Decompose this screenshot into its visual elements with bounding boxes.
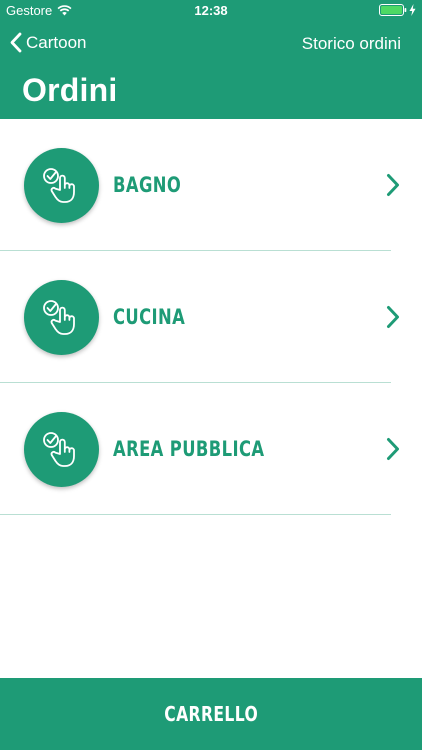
charging-bolt-icon	[409, 4, 416, 16]
battery-indicator	[379, 4, 416, 16]
cart-button[interactable]: CARRELLO	[0, 678, 422, 750]
order-history-button[interactable]: Storico ordini	[302, 34, 401, 54]
list-item-bagno[interactable]: BAGNO	[0, 119, 422, 251]
tap-check-icon	[24, 412, 99, 487]
chevron-left-icon	[10, 32, 22, 53]
chevron-right-icon	[387, 174, 399, 196]
list-item-label: CUCINA	[113, 305, 186, 329]
list-item-label: AREA PUBBLICA	[113, 437, 265, 461]
back-button-label: Cartoon	[26, 32, 87, 52]
chevron-right-icon	[387, 306, 399, 328]
tap-check-icon	[24, 148, 99, 223]
list-item-label: BAGNO	[113, 173, 182, 197]
list-item-cucina[interactable]: CUCINA	[0, 251, 422, 383]
list-item-area-pubblica[interactable]: AREA PUBBLICA	[0, 383, 422, 515]
back-button[interactable]: Cartoon	[10, 32, 86, 53]
tap-check-icon	[24, 280, 99, 355]
list-divider	[0, 514, 391, 515]
chevron-right-icon	[387, 438, 399, 460]
page-title: Ordini	[22, 72, 118, 108]
header: Gestore 12:38 Cartoon Storico ordini Ord…	[0, 0, 422, 119]
category-list: BAGNO CUCINA AREA PUBBLICA	[0, 119, 422, 515]
status-time: 12:38	[194, 3, 228, 18]
battery-icon	[379, 4, 407, 16]
navigation-bar: Cartoon Storico ordini	[0, 24, 422, 64]
cart-button-label: CARRELLO	[164, 702, 258, 726]
status-bar: Gestore 12:38	[0, 0, 422, 22]
